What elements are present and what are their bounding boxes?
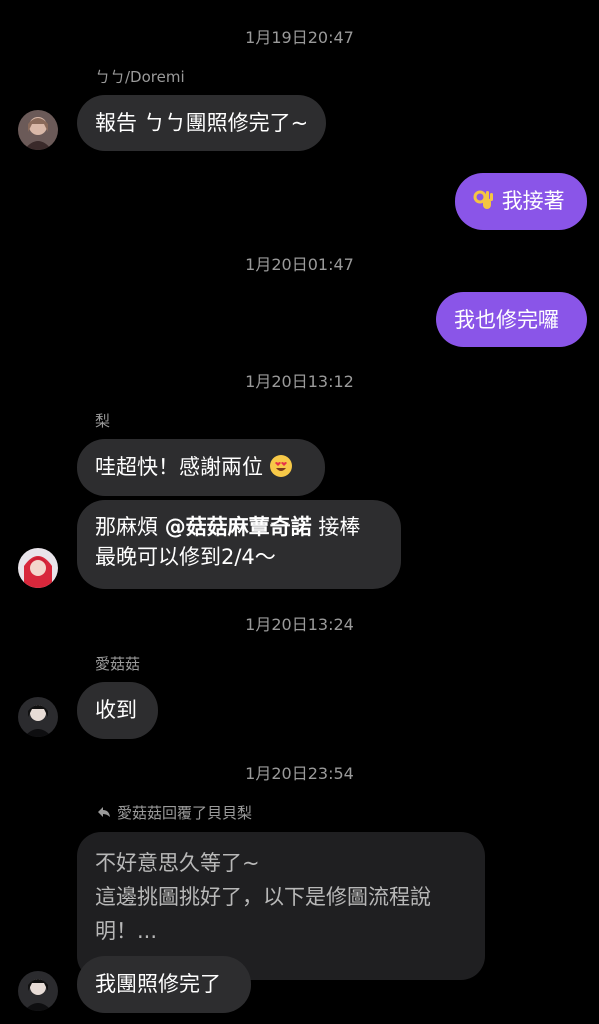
message-bubble[interactable]: 收到 (77, 682, 158, 739)
reply-arrow-icon (97, 804, 111, 824)
message-bubble[interactable]: 報告 ㄅㄅ團照修完了~ (77, 95, 327, 151)
outgoing-message-bubble[interactable]: 我也修完囉 (436, 292, 587, 347)
ok-hand-icon (473, 189, 495, 211)
outgoing-message-bubble[interactable]: 我接著 (455, 173, 587, 230)
mention-link[interactable]: @菇菇麻蕈奇諾 (165, 515, 312, 539)
message-line: 最晚可以修到2/4～ (95, 545, 276, 569)
timestamp: 1月20日13:24 (245, 615, 354, 634)
sender-name: 愛菇菇 (95, 655, 141, 673)
timestamp: 1月20日13:12 (245, 372, 354, 391)
timestamp: 1月20日23:54 (245, 764, 354, 783)
message-text: 我接著 (501, 189, 565, 213)
avatar[interactable] (18, 971, 58, 1011)
message-text: 收到 (95, 698, 137, 722)
quoted-line: 這邊挑圖挑好了，以下是修圖流程說 (95, 885, 431, 909)
message-bubble[interactable]: 那麻煩 @菇菇麻蕈奇諾 接棒 最晚可以修到2/4～ (77, 500, 401, 589)
quoted-line: 明！... (95, 919, 158, 943)
message-text: 接棒 (311, 515, 361, 539)
message-text: 那麻煩 (95, 515, 165, 539)
sender-name: ㄅㄅ/Doremi (95, 68, 185, 86)
sender-name: 梨 (95, 412, 111, 430)
message-line: 那麻煩 @菇菇麻蕈奇諾 接棒 (95, 512, 383, 542)
avatar[interactable] (18, 110, 58, 150)
heart-eyes-icon (269, 455, 292, 477)
reply-header: 愛菇菇回覆了貝貝梨 (97, 803, 252, 824)
quoted-line: 不好意思久等了~ (95, 851, 260, 875)
message-bubble[interactable]: 哇超快！感謝兩位 (77, 439, 325, 496)
message-text: 報告 ㄅㄅ團照修完了~ (95, 111, 309, 135)
message-bubble[interactable]: 我團照修完了 (77, 956, 251, 1013)
avatar[interactable] (18, 548, 58, 588)
avatar[interactable] (18, 697, 58, 737)
message-text: 哇超快！感謝兩位 (95, 455, 263, 479)
message-text: 我團照修完了 (95, 972, 221, 996)
reply-label-text: 愛菇菇回覆了貝貝梨 (117, 804, 253, 822)
timestamp: 1月20日01:47 (245, 255, 354, 274)
message-text: 我也修完囉 (454, 308, 559, 332)
timestamp: 1月19日20:47 (245, 28, 354, 47)
